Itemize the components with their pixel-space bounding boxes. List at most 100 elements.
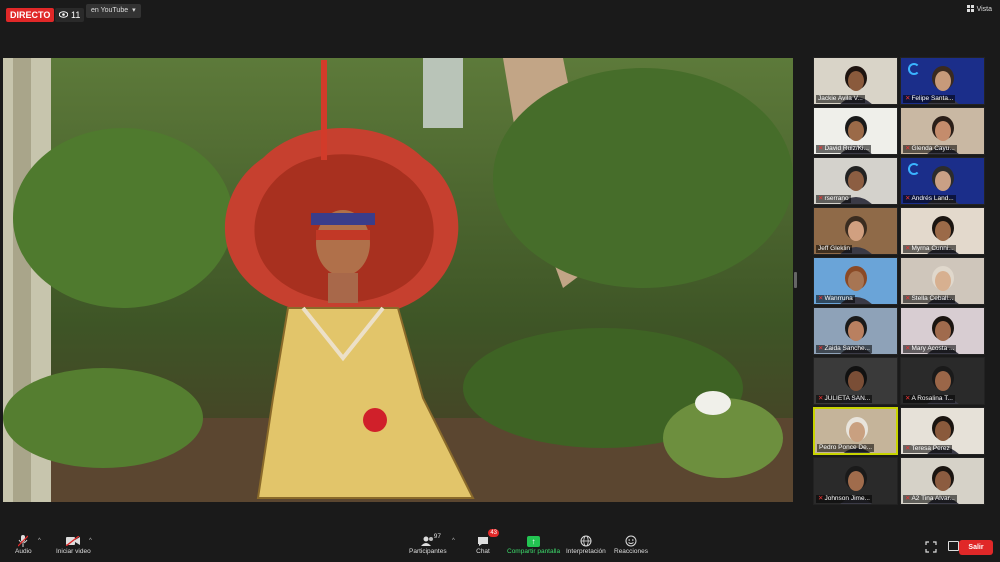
- participant-tile[interactable]: Jackie Avila V...: [813, 57, 898, 105]
- participant-tile[interactable]: ✕Zaida Sanche...: [813, 307, 898, 355]
- mic-muted-icon: ✕: [905, 345, 911, 352]
- participant-name-text: Zaida Sanche...: [824, 345, 870, 352]
- share-screen-icon: ↑: [526, 534, 542, 548]
- participant-name: ✕Glenda Cayu...: [903, 145, 957, 153]
- participant-name: ✕Felipe Santa...: [903, 95, 956, 103]
- participant-tile[interactable]: ✕rserrano: [813, 157, 898, 205]
- participant-tile[interactable]: ✕David Ruiz/Ki...: [813, 107, 898, 155]
- youtube-stream-button[interactable]: en YouTube ▾: [86, 4, 141, 18]
- participant-name: ✕David Ruiz/Ki...: [816, 145, 871, 153]
- participant-name-text: Stella Ceball...: [911, 295, 954, 302]
- participant-name-text: David Ruiz/Ki...: [824, 145, 869, 152]
- participant-tile[interactable]: ✕Felipe Santa...: [900, 57, 985, 105]
- loading-spinner-icon: [908, 163, 920, 175]
- exit-button[interactable]: Salir: [959, 540, 993, 555]
- meeting-toolbar: Audio ^ Iniciar video ^ 97 Participantes…: [0, 528, 1000, 562]
- participants-label: Participantes: [409, 548, 447, 555]
- mic-muted-icon: ✕: [905, 145, 911, 152]
- participants-count: 97: [433, 533, 442, 540]
- forest-scene-image: [3, 58, 793, 502]
- mic-muted-icon: ✕: [905, 95, 911, 102]
- mic-muted-icon: ✕: [818, 295, 824, 302]
- participant-name: Pedro Ponce De...: [817, 444, 875, 452]
- mic-muted-icon: ✕: [905, 195, 911, 202]
- participant-tile[interactable]: ✕Wanrruna: [813, 257, 898, 305]
- participant-name: ✕rserrano: [816, 195, 851, 203]
- view-label: Vista: [976, 6, 992, 13]
- participant-name: ✕Andrés Land...: [903, 195, 956, 203]
- share-screen-label: Compartir pantalla: [507, 548, 561, 555]
- participant-tile[interactable]: ✕Andrés Land...: [900, 157, 985, 205]
- video-options-chevron[interactable]: ^: [89, 538, 92, 544]
- view-button[interactable]: Vista: [966, 5, 992, 14]
- participant-name-text: JULIETA SAN...: [824, 395, 871, 402]
- mic-muted-icon: ✕: [905, 495, 911, 502]
- participant-name: ✕Zaida Sanche...: [816, 345, 872, 353]
- participant-name-text: Andrés Land...: [911, 195, 954, 202]
- audio-button[interactable]: Audio: [15, 534, 32, 555]
- participant-name-text: Myrna Cunni...: [911, 245, 954, 252]
- participant-name-text: rserrano: [824, 195, 849, 202]
- loading-spinner-icon: [908, 63, 920, 75]
- fullscreen-icon[interactable]: [925, 541, 937, 553]
- participant-tile[interactable]: ✕JULIETA SAN...: [813, 357, 898, 405]
- participants-icon: 97: [420, 533, 441, 548]
- participant-name-text: Jackie Avila V...: [818, 95, 863, 102]
- chat-label: Chat: [476, 548, 490, 555]
- participant-tile[interactable]: ✕Mary Acosta ...: [900, 307, 985, 355]
- participant-name: ✕Stella Ceball...: [903, 295, 956, 303]
- grid-icon: [966, 5, 974, 14]
- reaction-icon: [623, 534, 639, 548]
- start-video-button[interactable]: Iniciar video: [56, 534, 91, 555]
- participant-name: ✕Teresa Perez: [903, 445, 952, 453]
- viewer-counter: 11: [55, 8, 85, 22]
- participant-name-text: Jeff Gleklin: [818, 245, 851, 252]
- panel-resize-handle[interactable]: [794, 272, 797, 288]
- participant-name: Jackie Avila V...: [816, 95, 865, 103]
- participant-name-text: Glenda Cayu...: [911, 145, 955, 152]
- participant-tile[interactable]: Pedro Ponce De...: [813, 407, 898, 455]
- chat-button[interactable]: 43 Chat: [475, 529, 499, 555]
- mic-muted-icon: ✕: [905, 245, 911, 252]
- main-speaker-video[interactable]: [3, 58, 793, 502]
- participant-tile[interactable]: ✕Teresa Perez: [900, 407, 985, 455]
- participant-tile[interactable]: ✕Myrna Cunni...: [900, 207, 985, 255]
- start-video-label: Iniciar video: [56, 548, 91, 555]
- mic-muted-icon: [15, 534, 31, 548]
- reactions-button[interactable]: Reacciones: [614, 534, 648, 555]
- audio-options-chevron[interactable]: ^: [38, 538, 41, 544]
- participant-tile[interactable]: ✕Stella Ceball...: [900, 257, 985, 305]
- mic-muted-icon: ✕: [818, 195, 824, 202]
- participant-name: ✕A Rosalina T...: [903, 395, 955, 403]
- participant-name-text: Teresa Perez: [911, 445, 950, 452]
- participant-name: ✕Johnson Jime...: [816, 495, 872, 503]
- participant-name-text: Johnson Jime...: [824, 495, 870, 502]
- participant-tile[interactable]: ✕A Rosalina T...: [900, 357, 985, 405]
- chevron-down-icon: ▾: [132, 7, 136, 14]
- audio-label: Audio: [15, 548, 32, 555]
- participant-tile[interactable]: ✕Glenda Cayu...: [900, 107, 985, 155]
- eye-icon: [58, 8, 69, 22]
- reactions-label: Reacciones: [614, 548, 648, 555]
- participants-options-chevron[interactable]: ^: [452, 538, 455, 544]
- interpretation-button[interactable]: Interpretación: [566, 534, 606, 555]
- participant-name-text: Mary Acosta ...: [911, 345, 955, 352]
- participants-button[interactable]: 97 Participantes: [409, 533, 447, 555]
- pip-icon[interactable]: [948, 541, 959, 551]
- live-badge[interactable]: DIRECTO: [6, 8, 55, 22]
- participant-name-text: A Rosalina T...: [911, 395, 953, 402]
- participant-tile[interactable]: ✕Johnson Jime...: [813, 457, 898, 505]
- participant-name: ✕A2 Tina Alvar...: [903, 495, 957, 503]
- participant-tile[interactable]: ✕A2 Tina Alvar...: [900, 457, 985, 505]
- participant-name: ✕Wanrruna: [816, 295, 855, 303]
- video-off-icon: [65, 534, 81, 548]
- mic-muted-icon: ✕: [905, 295, 911, 302]
- participant-name: ✕JULIETA SAN...: [816, 395, 873, 403]
- share-screen-button[interactable]: ↑ Compartir pantalla: [507, 534, 560, 555]
- interpretation-label: Interpretación: [566, 548, 606, 555]
- mic-muted-icon: ✕: [905, 395, 911, 402]
- participant-name: ✕Myrna Cunni...: [903, 245, 956, 253]
- globe-icon: [578, 534, 594, 548]
- participant-tile[interactable]: Jeff Gleklin: [813, 207, 898, 255]
- participant-name-text: Wanrruna: [824, 295, 853, 302]
